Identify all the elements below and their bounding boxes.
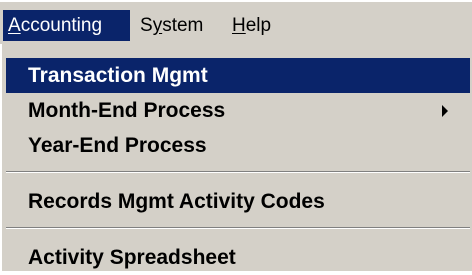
- menu-item-label: Transaction Mgmt: [28, 64, 208, 87]
- menu-item-transaction-mgmt[interactable]: Transaction Mgmt: [6, 58, 470, 93]
- menu-item-label: Activity Spreadsheet: [28, 246, 236, 269]
- menu-item-year-end-process[interactable]: Year-End Process: [6, 128, 470, 163]
- menu-separator: [6, 171, 470, 173]
- menu-accounting-mnemonic: A: [8, 15, 21, 36]
- menu-item-label: Month-End Process: [28, 99, 226, 122]
- menu-bar-edge: [0, 0, 472, 2]
- menu-help-label-rest: elp: [245, 15, 272, 36]
- menu-item-month-end-process[interactable]: Month-End Process: [6, 93, 470, 128]
- menu-bar: Accounting System Help: [0, 0, 472, 44]
- menu-accounting-label-rest: ccounting: [20, 15, 103, 36]
- menu-help[interactable]: Help: [227, 10, 287, 41]
- menu-system-mnemonic: y: [152, 15, 163, 36]
- menu-help-mnemonic: H: [232, 15, 246, 36]
- menu-item-activity-spreadsheet[interactable]: Activity Spreadsheet: [6, 240, 470, 275]
- menu-separator: [6, 227, 470, 229]
- menu-item-label: Records Mgmt Activity Codes: [28, 190, 325, 213]
- menu-item-label: Year-End Process: [28, 134, 207, 157]
- menu-item-records-mgmt-activity-codes[interactable]: Records Mgmt Activity Codes: [6, 184, 470, 219]
- submenu-arrow-icon: [442, 105, 448, 117]
- menu-system-label-pre: S: [140, 15, 153, 36]
- menu-system[interactable]: System: [135, 10, 223, 41]
- menu-system-label-rest: stem: [162, 15, 204, 36]
- menu-accounting[interactable]: Accounting: [3, 10, 130, 41]
- accounting-dropdown-menu: Transaction Mgmt Month-End Process Year-…: [0, 44, 472, 271]
